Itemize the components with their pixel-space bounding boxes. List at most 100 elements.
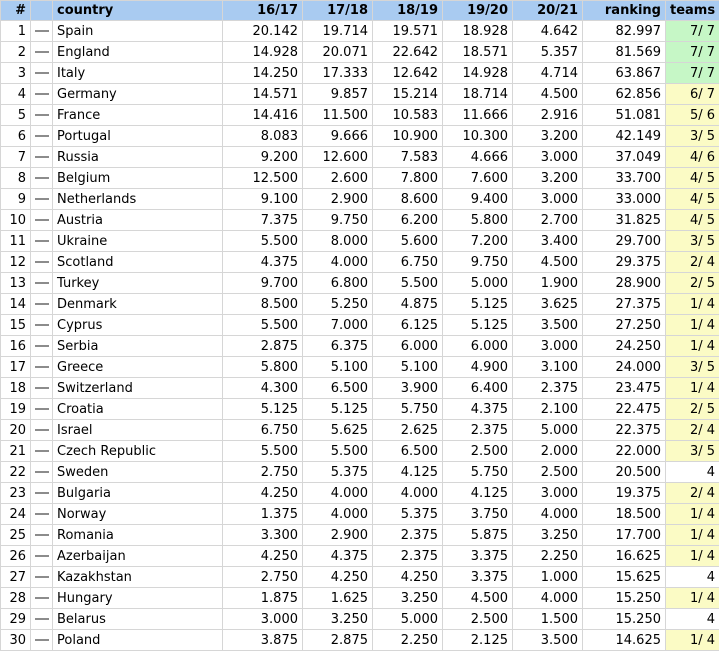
table-row[interactable]: 10 Austria 7.375 9.750 6.200 5.800 2.700 31.825… (0, 209, 719, 231)
country-name-cell[interactable]: Azerbaijan (52, 545, 223, 567)
header-ranking[interactable]: ranking (582, 0, 666, 21)
table-row[interactable]: 2 England 14.928 20.071 22.642 18.571 5.357 81.… (0, 41, 719, 63)
table-row[interactable]: 24 Norway 1.375 4.000 5.375 3.750 4.000 18.500 1… (0, 503, 719, 525)
country-name-cell[interactable]: Germany (52, 83, 223, 105)
season-16-17-cell: 5.500 (222, 230, 303, 252)
country-name-cell[interactable]: Israel (52, 419, 223, 441)
teams-cell: 4 (665, 608, 719, 630)
rank-number-cell: 14 (0, 293, 31, 315)
table-row[interactable]: 25 Romania 3.300 2.900 2.375 5.875 3.250 17.700… (0, 524, 719, 546)
season-17-18-cell: 11.500 (302, 104, 373, 126)
rank-number-cell: 1 (0, 20, 31, 42)
country-name-cell[interactable]: Serbia (52, 335, 223, 357)
header-season-20-21[interactable]: 20/21 (512, 0, 583, 21)
season-17-18-cell: 2.900 (302, 524, 373, 546)
flag-icon (30, 272, 53, 294)
table-row[interactable]: 20 Israel 6.750 5.625 2.625 2.375 5.000 22.375 2… (0, 419, 719, 441)
rank-number-cell: 24 (0, 503, 31, 525)
season-19-20-cell: 5.125 (442, 293, 513, 315)
table-row[interactable]: 7 Russia 9.200 12.600 7.583 4.666 3.000 37.049 4… (0, 146, 719, 168)
table-row[interactable]: 5 France 14.416 11.500 10.583 11.666 2.916 51.0… (0, 104, 719, 126)
header-season-16-17[interactable]: 16/17 (222, 0, 303, 21)
flag-placeholder-icon (35, 198, 49, 200)
season-16-17-cell: 5.500 (222, 314, 303, 336)
table-row[interactable]: 6 Portugal 8.083 9.666 10.900 10.300 3.200 42.1… (0, 125, 719, 147)
country-name-cell[interactable]: Poland (52, 629, 223, 651)
flag-placeholder-icon (35, 261, 49, 263)
table-row[interactable]: 28 Hungary 1.875 1.625 3.250 4.500 4.000 15.250… (0, 587, 719, 609)
country-name-cell[interactable]: Russia (52, 146, 223, 168)
table-row[interactable]: 17 Greece 5.800 5.100 5.100 4.900 3.100 24.000 3… (0, 356, 719, 378)
table-row[interactable]: 13 Turkey 9.700 6.800 5.500 5.000 1.900 28.900 2… (0, 272, 719, 294)
country-ranking-table: # country 16/17 17/18 18/19 19/20 20/21 … (0, 0, 719, 651)
table-row[interactable]: 9 Netherlands 9.100 2.900 8.600 9.400 3.000 33.… (0, 188, 719, 210)
country-name-cell[interactable]: Czech Republic (52, 440, 223, 462)
rank-number-cell: 21 (0, 440, 31, 462)
country-name-cell[interactable]: Portugal (52, 125, 223, 147)
season-19-20-cell: 2.125 (442, 629, 513, 651)
teams-cell: 4/ 6 (665, 146, 719, 168)
rank-number-cell: 19 (0, 398, 31, 420)
header-season-19-20[interactable]: 19/20 (442, 0, 513, 21)
table-row[interactable]: 26 Azerbaijan 4.250 4.375 2.375 3.375 2.250 16.… (0, 545, 719, 567)
table-row[interactable]: 23 Bulgaria 4.250 4.000 4.000 4.125 3.000 19.37… (0, 482, 719, 504)
table-row[interactable]: 16 Serbia 2.875 6.375 6.000 6.000 3.000 24.250 1… (0, 335, 719, 357)
country-name-cell[interactable]: Belarus (52, 608, 223, 630)
rank-number-cell: 22 (0, 461, 31, 483)
season-17-18-cell: 5.250 (302, 293, 373, 315)
header-season-18-19[interactable]: 18/19 (372, 0, 443, 21)
header-rank-number[interactable]: # (0, 0, 31, 21)
season-18-19-cell: 5.750 (372, 398, 443, 420)
country-name-cell[interactable]: Switzerland (52, 377, 223, 399)
country-name-cell[interactable]: Cyprus (52, 314, 223, 336)
season-18-19-cell: 2.375 (372, 524, 443, 546)
season-16-17-cell: 5.500 (222, 440, 303, 462)
country-name-cell[interactable]: Denmark (52, 293, 223, 315)
table-row[interactable]: 11 Ukraine 5.500 8.000 5.600 7.200 3.400 29.700… (0, 230, 719, 252)
country-name-cell[interactable]: Ukraine (52, 230, 223, 252)
season-18-19-cell: 2.375 (372, 545, 443, 567)
table-row[interactable]: 30 Poland 3.875 2.875 2.250 2.125 3.500 14.625 1… (0, 629, 719, 651)
table-row[interactable]: 15 Cyprus 5.500 7.000 6.125 5.125 3.500 27.250 1… (0, 314, 719, 336)
country-name-cell[interactable]: Norway (52, 503, 223, 525)
table-row[interactable]: 8 Belgium 12.500 2.600 7.800 7.600 3.200 33.700… (0, 167, 719, 189)
country-name-cell[interactable]: Spain (52, 20, 223, 42)
table-row[interactable]: 19 Croatia 5.125 5.125 5.750 4.375 2.100 22.475… (0, 398, 719, 420)
season-20-21-cell: 3.000 (512, 146, 583, 168)
flag-icon (30, 230, 53, 252)
country-name-cell[interactable]: Turkey (52, 272, 223, 294)
country-name-cell[interactable]: Croatia (52, 398, 223, 420)
country-name-cell[interactable]: Sweden (52, 461, 223, 483)
table-row[interactable]: 4 Germany 14.571 9.857 15.214 18.714 4.500 62.8… (0, 83, 719, 105)
table-row[interactable]: 12 Scotland 4.375 4.000 6.750 9.750 4.500 29.37… (0, 251, 719, 273)
flag-placeholder-icon (35, 513, 49, 515)
table-row[interactable]: 29 Belarus 3.000 3.250 5.000 2.500 1.500 15.250… (0, 608, 719, 630)
country-name-cell[interactable]: Netherlands (52, 188, 223, 210)
country-name-cell[interactable]: England (52, 41, 223, 63)
table-row[interactable]: 27 Kazakhstan 2.750 4.250 4.250 3.375 1.000 15.… (0, 566, 719, 588)
country-name-cell[interactable]: France (52, 104, 223, 126)
country-name-cell[interactable]: Bulgaria (52, 482, 223, 504)
country-name-cell[interactable]: Greece (52, 356, 223, 378)
header-country[interactable]: country (52, 0, 223, 21)
table-row[interactable]: 21 Czech Republic 5.500 5.500 6.500 2.500 2.00… (0, 440, 719, 462)
season-18-19-cell: 2.250 (372, 629, 443, 651)
country-name-cell[interactable]: Austria (52, 209, 223, 231)
table-row[interactable]: 3 Italy 14.250 17.333 12.642 14.928 4.714 63.86… (0, 62, 719, 84)
ranking-points-cell: 23.475 (582, 377, 666, 399)
ranking-points-cell: 27.250 (582, 314, 666, 336)
table-row[interactable]: 18 Switzerland 4.300 6.500 3.900 6.400 2.375 23… (0, 377, 719, 399)
table-row[interactable]: 1 Spain 20.142 19.714 19.571 18.928 4.642 82.99… (0, 20, 719, 42)
country-name-cell[interactable]: Scotland (52, 251, 223, 273)
country-name-cell[interactable]: Hungary (52, 587, 223, 609)
table-row[interactable]: 22 Sweden 2.750 5.375 4.125 5.750 2.500 20.500 4 (0, 461, 719, 483)
country-name-cell[interactable]: Romania (52, 524, 223, 546)
header-teams[interactable]: teams (665, 0, 719, 21)
table-row[interactable]: 14 Denmark 8.500 5.250 4.875 5.125 3.625 27.375… (0, 293, 719, 315)
header-season-17-18[interactable]: 17/18 (302, 0, 373, 21)
ranking-points-cell: 15.250 (582, 608, 666, 630)
country-name-cell[interactable]: Belgium (52, 167, 223, 189)
country-name-cell[interactable]: Kazakhstan (52, 566, 223, 588)
flag-placeholder-icon (35, 51, 49, 53)
country-name-cell[interactable]: Italy (52, 62, 223, 84)
